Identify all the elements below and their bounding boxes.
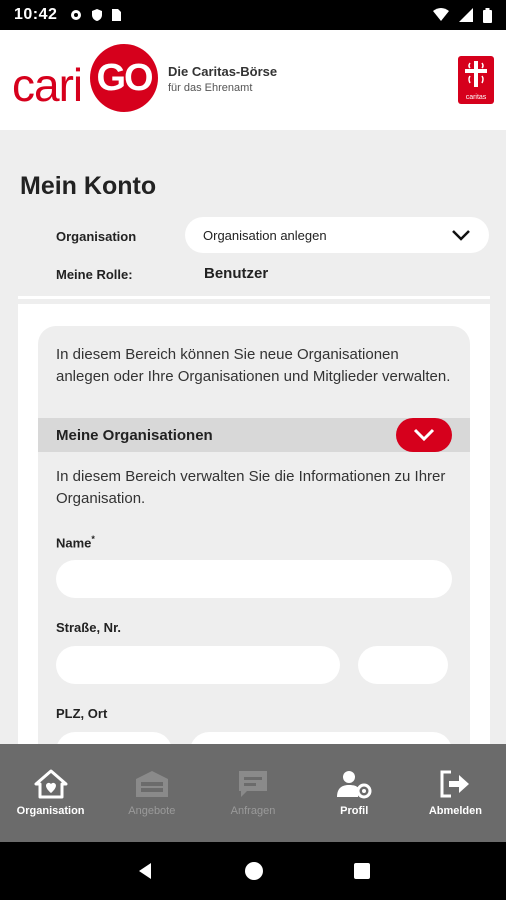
store-icon: [135, 771, 168, 797]
house-number-input[interactable]: [358, 646, 448, 684]
street-field-label: Straße, Nr.: [56, 620, 122, 635]
gear-icon: [71, 10, 82, 20]
sim-card-icon: [112, 9, 122, 21]
app-header: cari GO Die Caritas-Börse für das Ehrena…: [0, 30, 506, 130]
chevron-down-icon: [413, 428, 435, 442]
main-content[interactable]: Mein Konto Organisation Organisation anl…: [0, 130, 506, 744]
status-time: 10:42: [14, 6, 58, 23]
nav-anfragen[interactable]: Anfragen: [202, 744, 303, 842]
section-description: In diesem Bereich verwalten Sie die Info…: [56, 468, 446, 507]
organisation-panel-wrapper: In diesem Bereich können Sie neue Organi…: [18, 304, 490, 744]
nav-label: Abmelden: [428, 805, 482, 817]
battery-icon: [483, 7, 492, 23]
shield-icon: [92, 9, 103, 21]
name-field-label: Name*: [56, 534, 95, 551]
logout-icon: [440, 770, 470, 798]
back-icon[interactable]: [135, 861, 155, 881]
carigo-logo-badge: GO: [90, 44, 158, 112]
panel-intro: In diesem Bereich können Sie neue Organi…: [56, 346, 451, 385]
street-input[interactable]: [56, 646, 340, 684]
role-label: Meine Rolle:: [56, 267, 133, 282]
caritas-logo: caritas: [458, 56, 494, 104]
nav-abmelden[interactable]: Abmelden: [405, 744, 506, 842]
nav-label: Anfragen: [230, 805, 276, 817]
signal-icon: [459, 8, 473, 22]
required-marker: *: [91, 534, 95, 544]
home-icon[interactable]: [244, 861, 264, 881]
recents-icon[interactable]: [353, 862, 371, 880]
status-bar: 10:42: [0, 0, 506, 30]
flame-cross-icon: [465, 61, 487, 87]
divider: [18, 296, 490, 299]
section-toggle-button[interactable]: [396, 418, 452, 452]
section-header-meine-organisationen[interactable]: Meine Organisationen: [38, 418, 470, 452]
system-navigation-bar: [0, 842, 506, 900]
user-settings-icon: [337, 771, 372, 799]
tagline-title: Die Caritas-Börse: [168, 64, 278, 79]
chevron-down-icon: [452, 230, 470, 241]
page-title: Mein Konto: [20, 172, 157, 200]
name-input[interactable]: [56, 560, 452, 598]
nav-label: Angebote: [128, 805, 176, 817]
wifi-icon: [433, 8, 449, 21]
tagline-subtitle: für das Ehrenamt: [168, 82, 253, 94]
role-value: Benutzer: [204, 265, 269, 282]
zip-input[interactable]: [56, 732, 172, 744]
city-input[interactable]: [190, 732, 452, 744]
carigo-logo-text: cari: [12, 59, 83, 111]
caritas-logo-label: caritas: [465, 94, 487, 101]
nav-label: Profil: [340, 805, 369, 817]
nav-label: Organisation: [16, 805, 85, 817]
nav-organisation[interactable]: Organisation: [0, 744, 101, 842]
bottom-navigation: Organisation Angebote Anfragen Profil Ab…: [0, 744, 506, 842]
nav-profil[interactable]: Profil: [304, 744, 405, 842]
section-title: Meine Organisationen: [56, 426, 213, 444]
organisation-panel: In diesem Bereich können Sie neue Organi…: [38, 326, 470, 744]
nav-angebote[interactable]: Angebote: [101, 744, 202, 842]
home-heart-icon: [34, 769, 68, 799]
organisation-label: Organisation: [56, 229, 137, 244]
organisation-select-value: Organisation anlegen: [203, 227, 327, 243]
message-icon: [239, 771, 267, 797]
zip-city-field-label: PLZ, Ort: [56, 706, 108, 721]
organisation-select[interactable]: Organisation anlegen: [185, 217, 489, 253]
